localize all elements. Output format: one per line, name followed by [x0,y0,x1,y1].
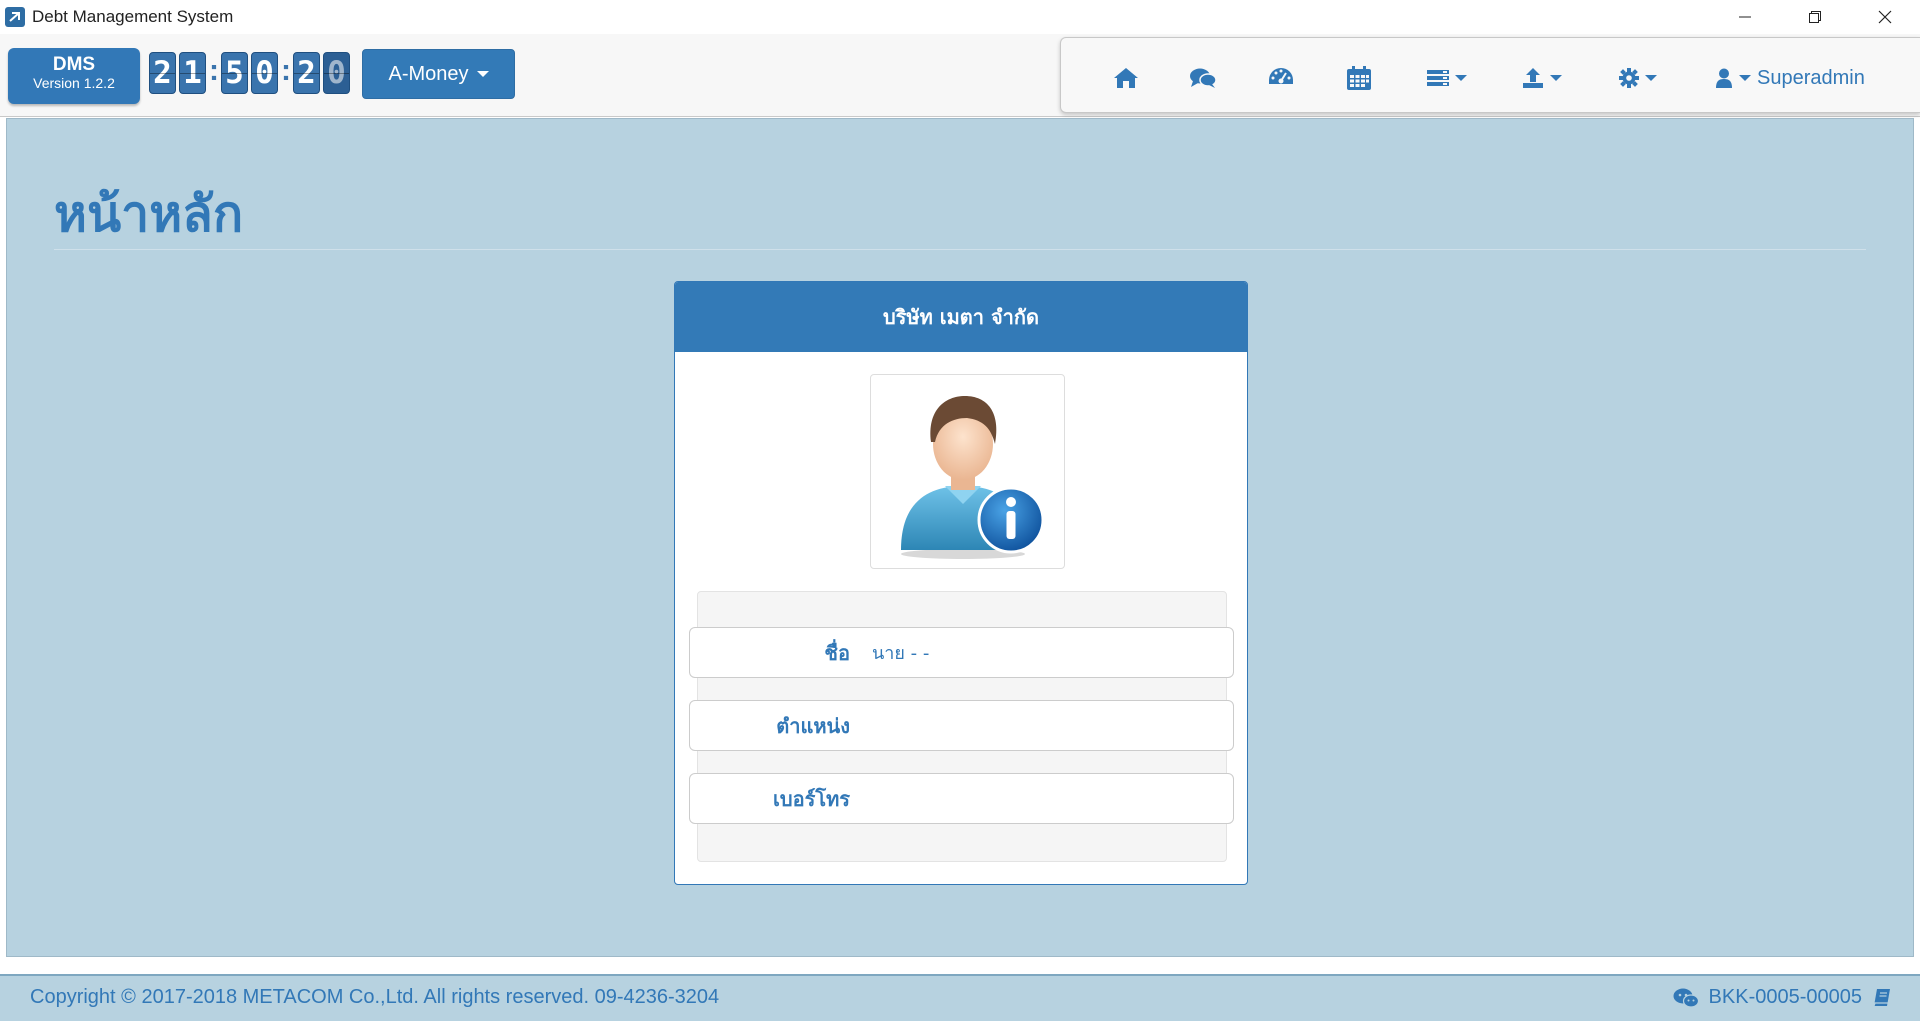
clock-digit: 2 [293,52,320,94]
profile-row-phone: เบอร์โทร [689,773,1234,824]
chat-icon [1190,68,1217,88]
user-icon [1716,68,1732,88]
brand-name: DMS [52,54,96,75]
caret-down-icon [1645,75,1657,81]
avatar [870,374,1065,569]
clock-separator: : [281,54,291,87]
profile-row-label: ชื่อ [824,640,850,665]
minimize-icon [1739,16,1751,18]
list-icon [1427,70,1449,86]
dashboard-icon [1269,68,1293,84]
close-icon [1878,10,1892,24]
main-content: หน้าหลัก บริษัท เมตา จำกัด ชื่อ นาย - - … [6,118,1914,957]
caret-down-icon [1455,75,1467,81]
caret-down-icon [1550,75,1562,81]
brand-version: Version 1.2.2 [33,75,115,91]
top-navbar: DMS Version 1.2.2 2 1 : 5 0 : 2 0 A-Mone… [0,34,1920,117]
upload-icon [1523,68,1543,88]
wechat-icon[interactable] [1673,988,1699,1008]
nav-user-dropdown[interactable]: Superadmin [1715,63,1865,93]
nav-upload-dropdown[interactable] [1522,63,1562,93]
user-name-label: Superadmin [1757,66,1865,89]
book-icon[interactable] [1872,988,1892,1008]
clock-digit: 0 [251,52,278,94]
nav-list-dropdown[interactable] [1427,63,1467,93]
caret-down-icon [1739,75,1751,81]
profile-card-header: บริษัท เมตา จำกัด [675,282,1247,352]
user-info-avatar-icon [900,395,1044,559]
profile-row-value: นาย - - [872,643,930,664]
caret-down-icon [476,71,489,77]
profile-card: บริษัท เมตา จำกัด ชื่อ นาย - - ตำแหน่ง เ… [674,281,1248,885]
nav-panel: Superadmin [1060,37,1920,113]
profile-row-label: เบอร์โทร [773,786,850,811]
calendar-icon [1347,66,1371,90]
clock-digit: 5 [221,52,248,94]
app-logo-icon [5,7,25,27]
company-dropdown-button[interactable]: A-Money [362,49,515,99]
gear-icon [1619,68,1639,88]
page-title: หน้าหลัก [54,185,244,243]
restore-icon [1809,11,1821,23]
profile-row-name: ชื่อ นาย - - [689,627,1234,678]
digital-clock: 2 1 : 5 0 : 2 0 [149,52,353,94]
close-button[interactable] [1850,0,1920,34]
nav-home-button[interactable] [1113,63,1139,93]
nav-settings-dropdown[interactable] [1619,63,1657,93]
window-title: Debt Management System [32,7,234,26]
clock-digit: 1 [179,52,206,94]
minimize-button[interactable] [1710,0,1780,34]
profile-row-label: ตำแหน่ง [776,713,850,738]
company-dropdown-label: A-Money [388,62,469,85]
footer-right: BKK-0005-00005 [1673,986,1892,1009]
footer-copyright: Copyright © 2017-2018 METACOM Co.,Ltd. A… [30,986,720,1008]
restore-button[interactable] [1780,0,1850,34]
clock-digit: 0 [323,52,350,94]
nav-calendar-button[interactable] [1346,63,1372,93]
home-icon [1114,68,1138,88]
title-divider [54,249,1866,250]
footer-code: BKK-0005-00005 [1708,986,1862,1008]
footer: Copyright © 2017-2018 METACOM Co.,Ltd. A… [0,974,1920,1021]
dms-brand-badge[interactable]: DMS Version 1.2.2 [8,48,140,104]
nav-chat-button[interactable] [1189,63,1217,93]
nav-dashboard-button[interactable] [1267,63,1295,93]
window-titlebar: Debt Management System [0,0,1920,34]
clock-separator: : [209,54,219,87]
clock-digit: 2 [149,52,176,94]
profile-row-position: ตำแหน่ง [689,700,1234,751]
